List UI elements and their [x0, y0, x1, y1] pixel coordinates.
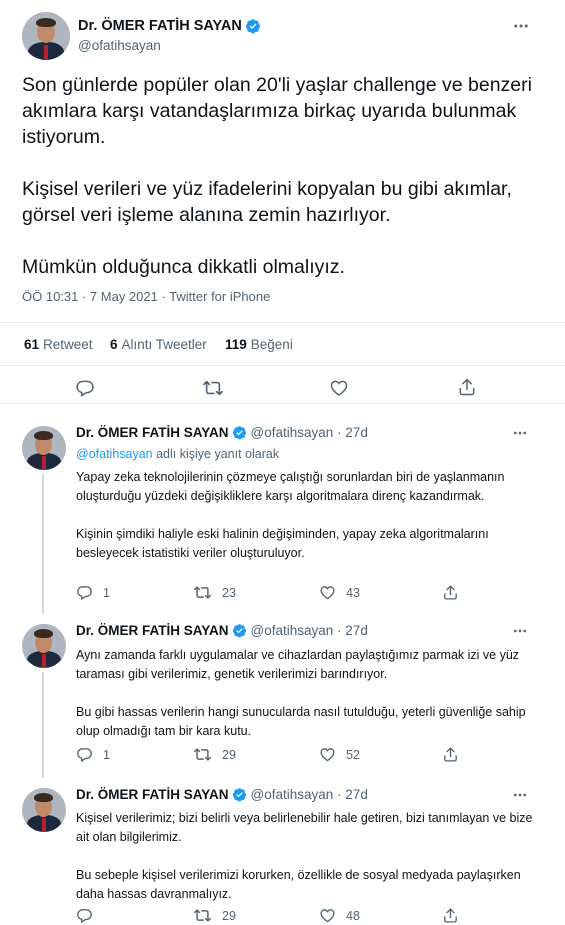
reply-actions: 1 29 52	[76, 746, 476, 766]
reply-paragraph: Bu gibi hassas verilerin hangi sunucular…	[76, 705, 526, 738]
retweet-action[interactable]: 29	[193, 746, 236, 763]
more-horizontal-icon[interactable]	[512, 425, 528, 441]
share-icon[interactable]	[442, 907, 459, 924]
reply-action[interactable]: 1	[76, 584, 110, 601]
reply-tweet[interactable]: Dr. ÖMER FATİH SAYAN @ofatihsayan · 27d …	[0, 414, 565, 614]
heart-icon[interactable]	[329, 378, 349, 398]
retweet-icon[interactable]	[193, 746, 212, 763]
reply-icon[interactable]	[76, 584, 93, 601]
thread-line	[42, 672, 44, 778]
share-action[interactable]	[442, 907, 459, 924]
reply-to-note: @ofatihsayan adlı kişiye yanıt olarak	[76, 447, 279, 461]
reply-icon[interactable]	[76, 907, 93, 924]
author-handle[interactable]: @ofatihsayan · 27d	[251, 787, 368, 802]
thread-line	[42, 474, 44, 614]
quotes-count: 6	[110, 337, 118, 352]
tweet-paragraph: Kişisel verileri ve yüz ifadelerini kopy…	[22, 178, 512, 226]
verified-badge-icon	[232, 787, 247, 802]
author-name-row[interactable]: Dr. ÖMER FATİH SAYAN @ofatihsayan · 27d	[76, 425, 368, 440]
like-action[interactable]: 43	[319, 584, 360, 601]
reply-paragraph: Yapay zeka teknolojilerinin çözmeye çalı…	[76, 470, 505, 503]
like-count: 43	[346, 585, 360, 600]
author-handle[interactable]: @ofatihsayan · 27d	[251, 623, 368, 638]
share-icon[interactable]	[457, 377, 477, 397]
reply-action[interactable]: 1	[76, 746, 110, 763]
retweet-action[interactable]: 29	[193, 907, 236, 924]
reply-count: 1	[103, 585, 110, 600]
author-name[interactable]: Dr. ÖMER FATİH SAYAN	[76, 623, 229, 638]
author-name-row[interactable]: Dr. ÖMER FATİH SAYAN @ofatihsayan · 27d	[76, 787, 368, 802]
avatar[interactable]	[22, 426, 66, 470]
verified-badge-icon	[232, 425, 247, 440]
more-horizontal-icon[interactable]	[512, 623, 528, 639]
like-action[interactable]: 52	[319, 746, 360, 763]
tweet-text: Son günlerde popüler olan 20'li yaşlar c…	[22, 72, 547, 280]
reply-count: 1	[103, 747, 110, 762]
retweet-count: 29	[222, 908, 236, 923]
retweet-icon[interactable]	[193, 907, 212, 924]
share-action[interactable]	[442, 746, 459, 763]
retweets-stat[interactable]: 61 Retweet	[24, 337, 93, 352]
retweets-count: 61	[24, 337, 40, 352]
like-action[interactable]: 48	[319, 907, 360, 924]
author-handle[interactable]: @ofatihsayan · 27d	[251, 425, 368, 440]
reply-icon[interactable]	[75, 378, 95, 398]
more-horizontal-icon[interactable]	[512, 787, 528, 803]
retweet-icon[interactable]	[193, 584, 212, 601]
avatar[interactable]	[22, 624, 66, 668]
retweets-label: Retweet	[43, 337, 93, 352]
likes-count: 119	[225, 337, 247, 352]
heart-icon[interactable]	[319, 907, 336, 924]
author-name[interactable]: Dr. ÖMER FATİH SAYAN	[76, 787, 229, 802]
likes-label: Beğeni	[250, 337, 293, 352]
reply-to-link[interactable]: @ofatihsayan	[76, 447, 153, 461]
reply-to-text: adlı kişiye yanıt olarak	[152, 447, 280, 461]
tweet-timestamp[interactable]: ÖÖ 10:31 · 7 May 2021 · Twitter for iPho…	[22, 289, 270, 304]
reply-icon[interactable]	[76, 746, 93, 763]
reply-text: Kişisel verilerimiz; bizi belirli veya b…	[76, 809, 546, 904]
verified-badge-icon	[245, 18, 261, 34]
likes-stat[interactable]: 119 Beğeni	[225, 337, 293, 352]
share-icon[interactable]	[442, 746, 459, 763]
heart-icon[interactable]	[319, 746, 336, 763]
reply-text: Yapay zeka teknolojilerinin çözmeye çalı…	[76, 468, 546, 563]
reply-text: Aynı zamanda farklı uygulamalar ve cihaz…	[76, 646, 546, 741]
reply-paragraph: Kişisel verilerimiz; bizi belirli veya b…	[76, 811, 533, 844]
retweet-action[interactable]: 23	[193, 584, 236, 601]
author-name[interactable]: Dr. ÖMER FATİH SAYAN	[76, 425, 229, 440]
more-horizontal-icon[interactable]	[512, 17, 530, 35]
main-tweet: Dr. ÖMER FATİH SAYAN @ofatihsayan Son gü…	[0, 0, 565, 404]
reply-action[interactable]	[76, 907, 103, 924]
verified-badge-icon	[232, 623, 247, 638]
quotes-label: Alıntı Tweetler	[121, 337, 207, 352]
retweet-icon[interactable]	[202, 378, 224, 398]
reply-paragraph: Aynı zamanda farklı uygulamalar ve cihaz…	[76, 648, 520, 681]
reply-tweet[interactable]: Dr. ÖMER FATİH SAYAN @ofatihsayan · 27d …	[0, 612, 565, 778]
reply-paragraph: Kişinin şimdiki haliyle eski halinin değ…	[76, 527, 489, 560]
like-count: 48	[346, 908, 360, 923]
author-name[interactable]: Dr. ÖMER FATİH SAYAN	[78, 18, 242, 34]
tweet-paragraph: Mümkün olduğunca dikkatli olmalıyız.	[22, 256, 345, 278]
avatar[interactable]	[22, 788, 66, 832]
share-action[interactable]	[442, 584, 459, 601]
like-count: 52	[346, 747, 360, 762]
retweet-count: 23	[222, 585, 236, 600]
tweet-paragraph: Son günlerde popüler olan 20'li yaşlar c…	[22, 74, 532, 148]
reply-actions: 29 48	[76, 907, 476, 925]
quotes-stat[interactable]: 6 Alıntı Tweetler	[110, 337, 207, 352]
reply-actions: 1 23 43	[76, 584, 476, 604]
reply-tweet[interactable]: Dr. ÖMER FATİH SAYAN @ofatihsayan · 27d …	[0, 776, 565, 925]
avatar[interactable]	[22, 12, 70, 60]
author-handle[interactable]: @ofatihsayan	[78, 38, 161, 53]
tweet-stats: 61 Retweet 6 Alıntı Tweetler 119 Beğeni	[0, 322, 565, 366]
author-name-row[interactable]: Dr. ÖMER FATİH SAYAN	[78, 18, 261, 34]
reply-paragraph: Bu sebeple kişisel verilerimizi korurken…	[76, 868, 521, 901]
heart-icon[interactable]	[319, 584, 336, 601]
author-name-row[interactable]: Dr. ÖMER FATİH SAYAN @ofatihsayan · 27d	[76, 623, 368, 638]
retweet-count: 29	[222, 747, 236, 762]
share-icon[interactable]	[442, 584, 459, 601]
